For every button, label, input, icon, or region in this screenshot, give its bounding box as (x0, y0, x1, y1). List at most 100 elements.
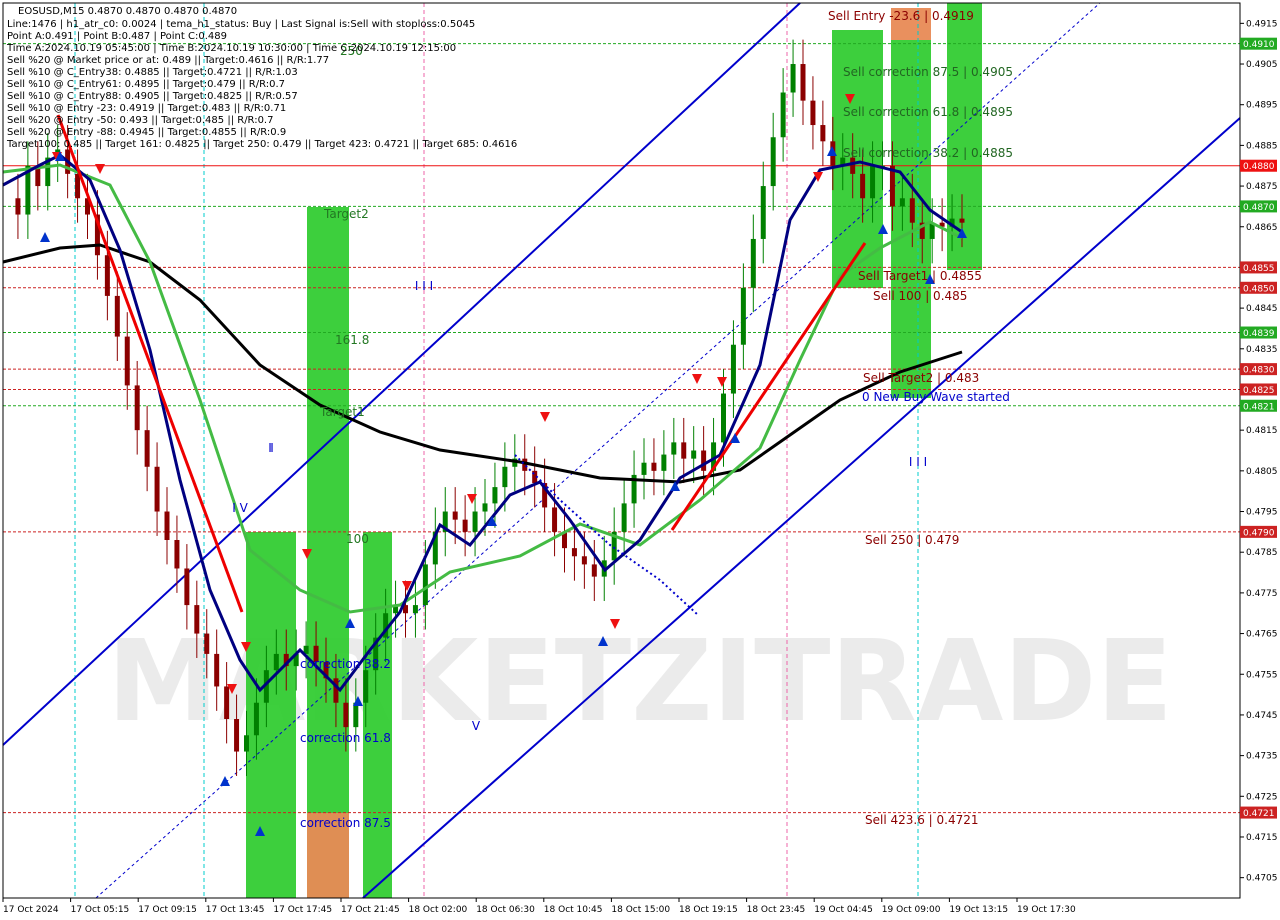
price-tick-label: 0.4715 (1246, 833, 1278, 843)
candle-body (492, 487, 498, 504)
candle-body (621, 503, 627, 532)
candle-body (730, 344, 736, 394)
price-tick-label: 0.4725 (1246, 792, 1278, 802)
level-label: Sell correction 61.8 | 0.4895 (843, 105, 1013, 119)
candle-body (790, 64, 796, 93)
candle-body (343, 702, 349, 728)
candle-body (581, 556, 587, 565)
price-tick-label: 0.4835 (1246, 345, 1278, 355)
info-line: Target100: 0.485 || Target 161: 0.4825 |… (6, 139, 517, 150)
level-label: Sell Target1 | 0.4855 (858, 269, 982, 283)
price-tick-label: 0.4705 (1246, 874, 1278, 884)
price-tick-label: 0.4755 (1246, 670, 1278, 680)
info-line: Sell %20 @ Entry -50: 0.493 || Target:0.… (7, 115, 273, 126)
candle-body (800, 64, 806, 101)
candle-body (870, 165, 876, 199)
candle-body (591, 564, 597, 577)
candle-body (651, 462, 657, 471)
candle-body (909, 198, 915, 223)
price-badge-label: 0.4850 (1243, 284, 1275, 294)
price-tick-label: 0.4735 (1246, 752, 1278, 762)
price-tick-label: 0.4805 (1246, 467, 1278, 477)
candle-body (850, 157, 856, 174)
time-tick-label: 19 Oct 09:00 (882, 905, 941, 915)
candle-body (164, 511, 170, 540)
signal-zone (307, 207, 349, 898)
candle-body (154, 466, 160, 512)
wave-label: I (270, 441, 274, 455)
time-tick-label: 18 Oct 02:00 (409, 905, 468, 915)
price-badge-label: 0.4790 (1243, 528, 1275, 538)
candle-body (691, 450, 697, 459)
candle-body (820, 125, 826, 142)
wave-label: I I I (415, 279, 433, 293)
price-tick-label: 0.4765 (1246, 630, 1278, 640)
candle-body (462, 519, 468, 532)
price-tick-label: 0.4785 (1246, 548, 1278, 558)
time-tick-label: 17 Oct 13:45 (206, 905, 265, 915)
chart-background (0, 0, 1280, 920)
candle-body (114, 295, 120, 337)
candle-body (552, 507, 558, 532)
candle-body (204, 633, 210, 654)
price-tick-label: 0.4905 (1246, 60, 1278, 70)
candle-body (760, 186, 766, 239)
candle-body (452, 511, 458, 520)
candle-body (899, 198, 905, 207)
candle-body (750, 238, 756, 288)
level-label: Sell correction 87.5 | 0.4905 (843, 65, 1013, 79)
candle-body (174, 540, 180, 569)
time-tick-label: 19 Oct 17:30 (1017, 905, 1076, 915)
price-tick-label: 0.4745 (1246, 711, 1278, 721)
time-tick-label: 19 Oct 13:15 (949, 905, 1008, 915)
info-line: Time A:2024.10.19 05:45:00 | Time B:2024… (6, 43, 456, 54)
price-badge-label: 0.4870 (1243, 203, 1275, 213)
time-tick-label: 18 Oct 06:30 (476, 905, 535, 915)
candle-body (780, 92, 786, 138)
price-badge-label: 0.4839 (1243, 329, 1275, 339)
candle-body (661, 454, 667, 471)
zone-label: 100 (346, 532, 369, 546)
candle-body (134, 385, 140, 431)
candle-body (224, 686, 230, 719)
candle-body (740, 287, 746, 345)
level-label: Sell Target2 | 0.483 (863, 371, 979, 385)
zone-label: Target1 (319, 405, 365, 419)
candle-body (273, 653, 279, 671)
time-tick-label: 17 Oct 05:15 (71, 905, 130, 915)
symbol-line: EOSUSD,M15 0.4870 0.4870 0.4870 0.4870 (18, 6, 237, 17)
candle-body (244, 735, 249, 752)
candle-body (860, 173, 866, 199)
price-badge-label: 0.4855 (1243, 264, 1275, 274)
candle-body (701, 450, 707, 471)
info-line: Sell %10 @ C_Entry61: 0.4895 || Target:0… (7, 79, 285, 90)
zone-label: Target2 (323, 207, 369, 221)
price-badge-label: 0.4821 (1243, 402, 1275, 412)
info-line: Sell %10 @ Entry -23: 0.4919 || Target:0… (7, 103, 286, 114)
zone-label: correction 87.5 (300, 816, 391, 830)
info-line: Sell %20 @ Market price or at: 0.489 || … (7, 55, 329, 66)
candle-body (721, 393, 726, 443)
time-tick-label: 18 Oct 23:45 (747, 905, 806, 915)
level-label: Sell Entry -23.6 | 0.4919 (828, 9, 974, 23)
price-badge-label: 0.4880 (1243, 162, 1275, 172)
candle-body (681, 442, 687, 459)
info-line: Point A:0.491 | Point B:0.487 | Point C:… (7, 31, 227, 42)
price-badge-label: 0.4910 (1243, 40, 1275, 50)
info-line: Line:1476 | h1_atr_c0: 0.0024 | tema_h1_… (7, 19, 475, 30)
candle-body (482, 503, 488, 512)
level-label: Sell 423.6 | 0.4721 (865, 813, 979, 827)
candle-body (333, 678, 339, 703)
signal-zone (246, 532, 296, 898)
price-tick-label: 0.4915 (1246, 19, 1278, 29)
price-chart[interactable]: MARKETZITRADE Target2161.8Target1100corr… (0, 0, 1280, 920)
candle-body (363, 670, 369, 703)
price-badge-label: 0.4721 (1243, 809, 1275, 819)
candle-body (144, 430, 150, 467)
price-tick-label: 0.4845 (1246, 304, 1278, 314)
price-tick-label: 0.4775 (1246, 589, 1278, 599)
wave-label: V (472, 719, 481, 733)
candle-body (502, 466, 508, 488)
price-tick-label: 0.4875 (1246, 182, 1278, 192)
candle-body (770, 137, 776, 187)
